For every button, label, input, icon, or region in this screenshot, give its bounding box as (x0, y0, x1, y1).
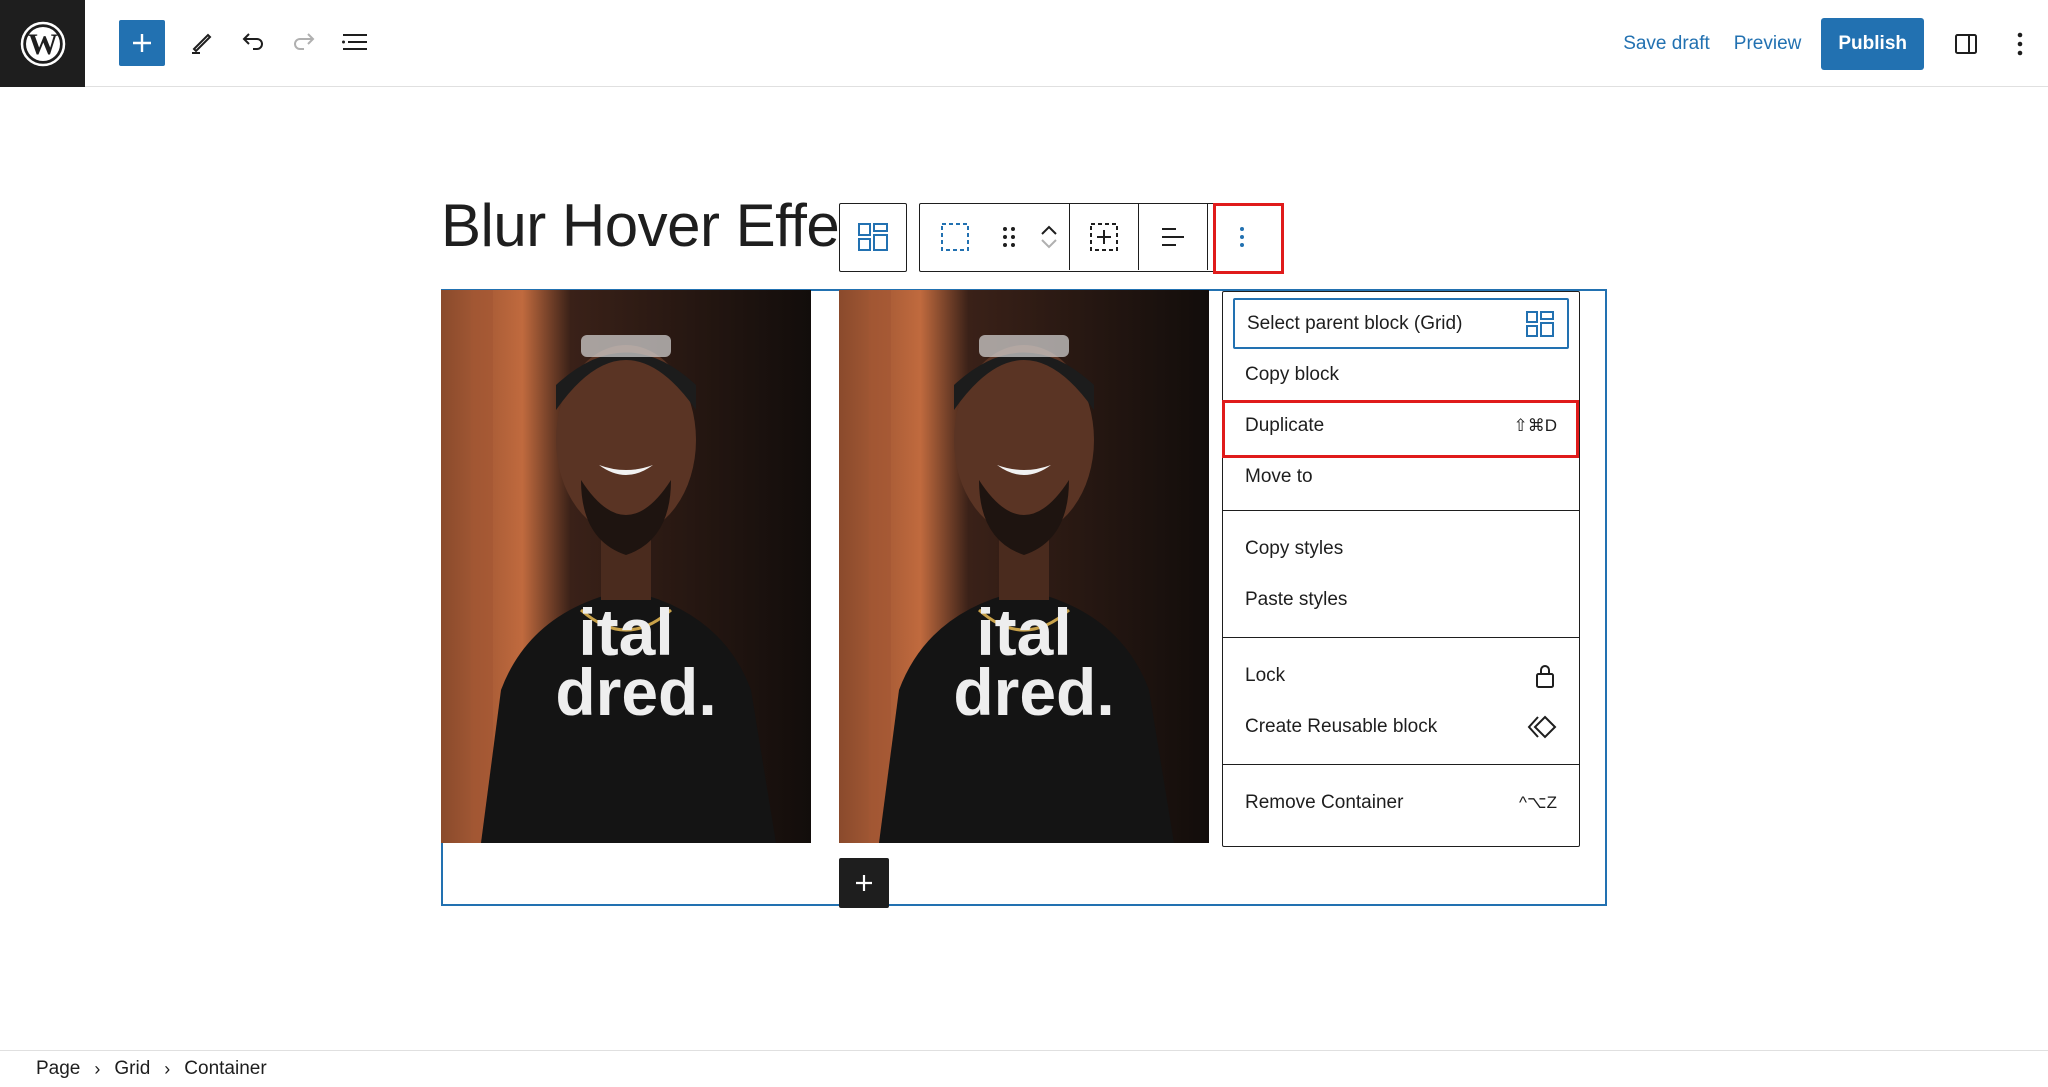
menu-item-paste-styles[interactable]: Paste styles (1233, 574, 1569, 625)
menu-item-label: Select parent block (Grid) (1247, 312, 1463, 334)
container-icon (940, 223, 969, 251)
add-block-button[interactable] (119, 20, 165, 66)
menu-item-label: Copy block (1245, 363, 1339, 385)
settings-sidebar-button[interactable] (1938, 20, 1994, 68)
chevron-right-icon: › (94, 1058, 101, 1079)
image-block[interactable]: ital dred. (839, 290, 1209, 843)
block-toolbar-parent (839, 203, 907, 272)
menu-item-label: Lock (1245, 664, 1286, 686)
wordpress-logo-button[interactable]: W (0, 0, 85, 87)
redo-icon (294, 33, 315, 50)
chevron-up-icon[interactable] (1039, 223, 1059, 237)
chevron-down-icon[interactable] (1039, 237, 1059, 251)
undo-icon (242, 33, 263, 50)
grid-icon (858, 223, 888, 251)
menu-item-label: Paste styles (1245, 588, 1348, 610)
options-highlight-box (1213, 203, 1284, 274)
menu-item-shortcut: ^⌥Z (1519, 792, 1557, 812)
redo-button[interactable] (280, 18, 328, 66)
menu-section: Lock Create Reusable block (1223, 638, 1579, 765)
more-vertical-icon (2017, 32, 2023, 55)
chevron-right-icon: › (164, 1058, 171, 1079)
reusable-block-icon (1527, 715, 1557, 738)
menu-item-label: Remove Container (1245, 791, 1404, 813)
undo-button[interactable] (229, 18, 277, 66)
breadcrumb-item-container[interactable]: Container (184, 1058, 266, 1080)
menu-item-move-to[interactable]: Move to (1233, 451, 1569, 502)
publish-button[interactable]: Publish (1821, 17, 1924, 70)
shirt-text-line2: dred. (555, 655, 716, 729)
drag-handle[interactable] (989, 204, 1029, 270)
menu-item-lock[interactable]: Lock (1233, 650, 1569, 701)
select-parent-button[interactable] (840, 204, 906, 270)
align-left-icon (1162, 228, 1184, 246)
menu-item-copy-styles[interactable]: Copy styles (1233, 523, 1569, 574)
image-block[interactable]: ital dred. (441, 290, 811, 843)
list-view-button[interactable] (331, 18, 379, 66)
menu-item-create-reusable[interactable]: Create Reusable block (1233, 701, 1569, 752)
preview-button[interactable]: Preview (1722, 18, 1814, 70)
menu-item-copy-block[interactable]: Copy block (1233, 349, 1569, 400)
insert-block-icon (1090, 223, 1118, 251)
menu-item-select-parent[interactable]: Select parent block (Grid) (1233, 298, 1569, 349)
menu-item-label: Move to (1245, 465, 1313, 487)
duplicate-highlight-box (1222, 400, 1579, 458)
block-options-menu: Select parent block (Grid) Copy block Du… (1222, 291, 1580, 847)
shirt-text-line2: dred. (953, 655, 1114, 729)
align-button[interactable] (1138, 204, 1207, 270)
menu-item-label: Copy styles (1245, 537, 1344, 559)
options-menu-button[interactable] (1994, 20, 2046, 68)
lock-icon (1536, 664, 1554, 688)
plus-icon (133, 34, 151, 52)
pencil-icon (192, 33, 212, 54)
top-toolbar: W Save draft Preview Publish (0, 0, 2048, 87)
tools-button[interactable] (177, 18, 225, 66)
save-draft-button[interactable]: Save draft (1611, 18, 1722, 70)
svg-text:W: W (28, 28, 58, 61)
breadcrumb-item-page[interactable]: Page (36, 1058, 80, 1080)
portrait-photo: ital dred. (441, 290, 811, 843)
insert-block-button[interactable] (1069, 204, 1138, 270)
grid-icon (1526, 310, 1554, 337)
breadcrumb-item-grid[interactable]: Grid (114, 1058, 150, 1080)
plus-icon (856, 875, 872, 891)
menu-section: Remove Container ^⌥Z (1223, 765, 1579, 836)
portrait-photo: ital dred. (839, 290, 1209, 843)
post-title[interactable]: Blur Hover Effect (441, 186, 846, 266)
menu-section: Copy styles Paste styles (1223, 511, 1579, 638)
move-buttons[interactable] (1029, 204, 1069, 270)
append-block-button[interactable] (839, 858, 889, 908)
top-right-actions: Save draft Preview Publish (1611, 0, 2048, 87)
block-type-button[interactable] (920, 204, 989, 270)
menu-item-remove-container[interactable]: Remove Container ^⌥Z (1233, 777, 1569, 828)
menu-item-label: Create Reusable block (1245, 715, 1438, 737)
breadcrumb: Page › Grid › Container (0, 1050, 2048, 1087)
list-view-icon (342, 34, 367, 50)
sidebar-icon (1955, 33, 1977, 54)
wordpress-logo-icon: W (20, 21, 65, 66)
drag-handle-icon (1003, 227, 1015, 247)
